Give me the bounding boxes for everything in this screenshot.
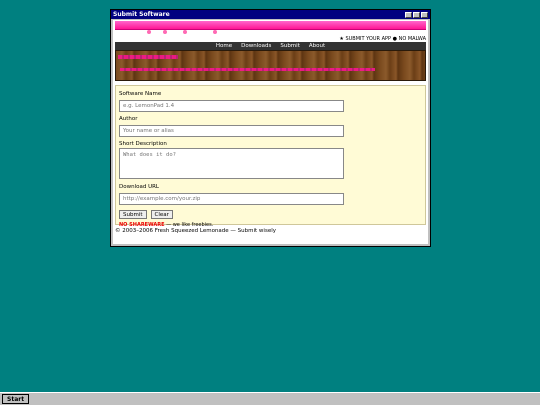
submit-button[interactable]: Submit	[119, 210, 147, 219]
window-content: ★ SUBMIT YOUR APP ● NO MALWA Home Downlo…	[113, 20, 428, 244]
pink-dot	[183, 30, 187, 34]
pink-dot	[163, 30, 167, 34]
nav-item-submit[interactable]: Submit	[280, 43, 300, 49]
software-name-input[interactable]	[119, 100, 344, 112]
minimize-icon[interactable]	[405, 11, 412, 18]
banner-dots	[113, 30, 428, 36]
pink-stripe	[118, 55, 178, 59]
description-label: Short Description	[119, 141, 167, 147]
wood-header-graphic	[115, 50, 426, 81]
description-textarea[interactable]	[119, 148, 344, 179]
pink-dot	[147, 30, 151, 34]
window-titlebar[interactable]: Submit Software	[111, 10, 430, 19]
form-buttons: Submit Clear	[119, 210, 422, 219]
page-footer: © 2003–2006 Fresh Squeezed Lemonade — Su…	[115, 228, 276, 234]
author-input[interactable]	[119, 125, 344, 137]
software-name-label: Software Name	[119, 91, 162, 97]
maximize-icon[interactable]	[413, 11, 420, 18]
pink-stripe	[120, 68, 375, 71]
download-url-label: Download URL	[119, 184, 159, 190]
download-url-input[interactable]	[119, 193, 344, 205]
taskbar: Start	[0, 392, 540, 405]
author-label: Author	[119, 116, 138, 122]
window-title: Submit Software	[113, 11, 170, 18]
submit-form-panel: Software Name Author Short Description D…	[115, 85, 426, 228]
pink-dot	[213, 30, 217, 34]
close-icon[interactable]	[421, 11, 428, 18]
window-controls	[405, 11, 428, 18]
start-button[interactable]: Start	[2, 394, 30, 404]
nav-bar: Home Downloads Submit About	[115, 42, 426, 50]
nav-item-downloads[interactable]: Downloads	[241, 43, 271, 49]
nav-item-home[interactable]: Home	[216, 43, 232, 49]
pink-banner	[115, 21, 426, 30]
nav-item-about[interactable]: About	[309, 43, 325, 49]
clear-button[interactable]: Clear	[150, 210, 173, 219]
submit-software-window: Submit Software ★ SUBMIT YOUR APP ● NO M…	[110, 9, 431, 247]
